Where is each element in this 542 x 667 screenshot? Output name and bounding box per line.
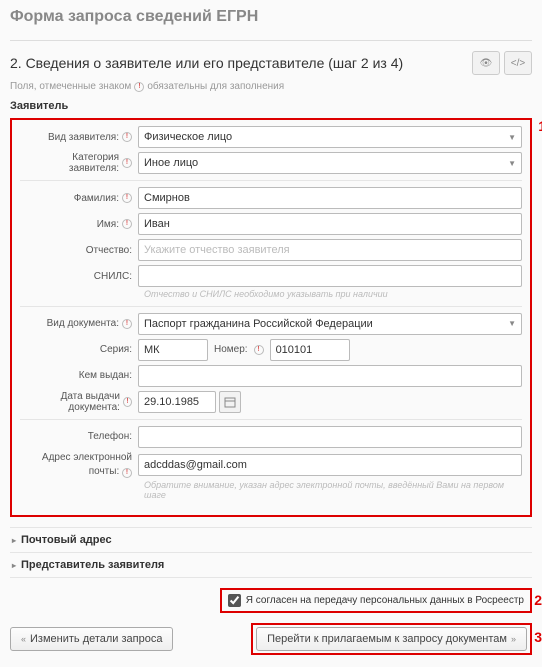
divider (10, 40, 532, 41)
next-button-highlight: Перейти к прилагаемым к запросу документ… (251, 623, 532, 655)
required-icon: ! (122, 193, 132, 203)
label-number: Номер: (214, 344, 248, 355)
email-input[interactable]: adcddas@gmail.com (138, 454, 522, 476)
label-issue-date: Дата выдачи документа:! (20, 391, 138, 413)
email-hint: Обратите внимание, указан адрес электрон… (144, 480, 522, 502)
arrow-right-icon: » (511, 634, 516, 644)
snils-input[interactable] (138, 265, 522, 287)
required-hint: Поля, отмеченные знаком ! обязательны дл… (10, 81, 532, 92)
code-icon-button[interactable]: </> (504, 51, 532, 75)
chevron-right-icon: ▸ (12, 561, 16, 570)
step-title: 2. Сведения о заявителе или его представ… (10, 55, 403, 71)
marker-3: 3 (534, 629, 542, 645)
label-surname: Фамилия:! (20, 193, 138, 204)
label-phone: Телефон: (20, 431, 138, 442)
number-input[interactable]: 010101 (270, 339, 350, 361)
surname-input[interactable]: Смирнов (138, 187, 522, 209)
issue-date-input[interactable]: 29.10.1985 (138, 391, 216, 413)
required-icon: ! (122, 468, 132, 478)
marker-1: 1 (538, 118, 542, 134)
consent-label: Я согласен на передачу персональных данн… (246, 595, 524, 606)
label-snils: СНИЛС: (20, 271, 138, 282)
consent-box: Я согласен на передачу персональных данн… (220, 588, 532, 613)
next-button[interactable]: Перейти к прилагаемым к запросу документ… (256, 627, 527, 651)
required-icon: ! (123, 397, 132, 407)
required-icon: ! (122, 319, 132, 329)
doc-type-select[interactable]: Паспорт гражданина Российской Федерации▼ (138, 313, 522, 335)
applicant-category-select[interactable]: Иное лицо▼ (138, 152, 522, 174)
label-issued-by: Кем выдан: (20, 370, 138, 381)
accordion-representative[interactable]: ▸ Представитель заявителя (10, 552, 532, 578)
chevron-down-icon: ▼ (508, 319, 516, 328)
label-applicant-category: Категория заявителя:! (20, 152, 138, 174)
view-icon-button[interactable]: 👁 (472, 51, 500, 75)
label-patronymic: Отчество: (20, 245, 138, 256)
applicant-section-label: Заявитель (10, 100, 532, 112)
label-applicant-type: Вид заявителя:! (20, 132, 138, 143)
page-title: Форма запроса сведений ЕГРН (10, 8, 532, 26)
required-icon: ! (254, 345, 264, 355)
calendar-icon-button[interactable] (219, 391, 241, 413)
back-button[interactable]: « Изменить детали запроса (10, 627, 173, 651)
arrow-left-icon: « (21, 634, 26, 644)
label-name: Имя:! (20, 219, 138, 230)
series-input[interactable]: МК (138, 339, 208, 361)
consent-checkbox[interactable] (228, 594, 241, 607)
label-series: Серия: (20, 344, 138, 355)
name-input[interactable]: Иван (138, 213, 522, 235)
label-doc-type: Вид документа:! (20, 318, 138, 329)
snils-hint: Отчество и СНИЛС необходимо указывать пр… (144, 289, 522, 300)
required-icon: ! (122, 132, 132, 142)
label-email: Адрес электронной почты: ! (20, 452, 138, 478)
calendar-icon (224, 396, 236, 408)
patronymic-input[interactable]: Укажите отчество заявителя (138, 239, 522, 261)
applicant-type-select[interactable]: Физическое лицо▼ (138, 126, 522, 148)
issued-by-input[interactable] (138, 365, 522, 387)
chevron-down-icon: ▼ (508, 159, 516, 168)
required-icon: ! (122, 219, 132, 229)
accordion-postal[interactable]: ▸ Почтовый адрес (10, 527, 532, 552)
marker-2: 2 (534, 592, 542, 608)
applicant-form-box: 1 Вид заявителя:! Физическое лицо▼ Катег… (10, 118, 532, 517)
chevron-down-icon: ▼ (508, 133, 516, 142)
required-icon: ! (122, 158, 132, 168)
required-icon: ! (134, 82, 144, 92)
chevron-right-icon: ▸ (12, 536, 16, 545)
phone-input[interactable] (138, 426, 522, 448)
